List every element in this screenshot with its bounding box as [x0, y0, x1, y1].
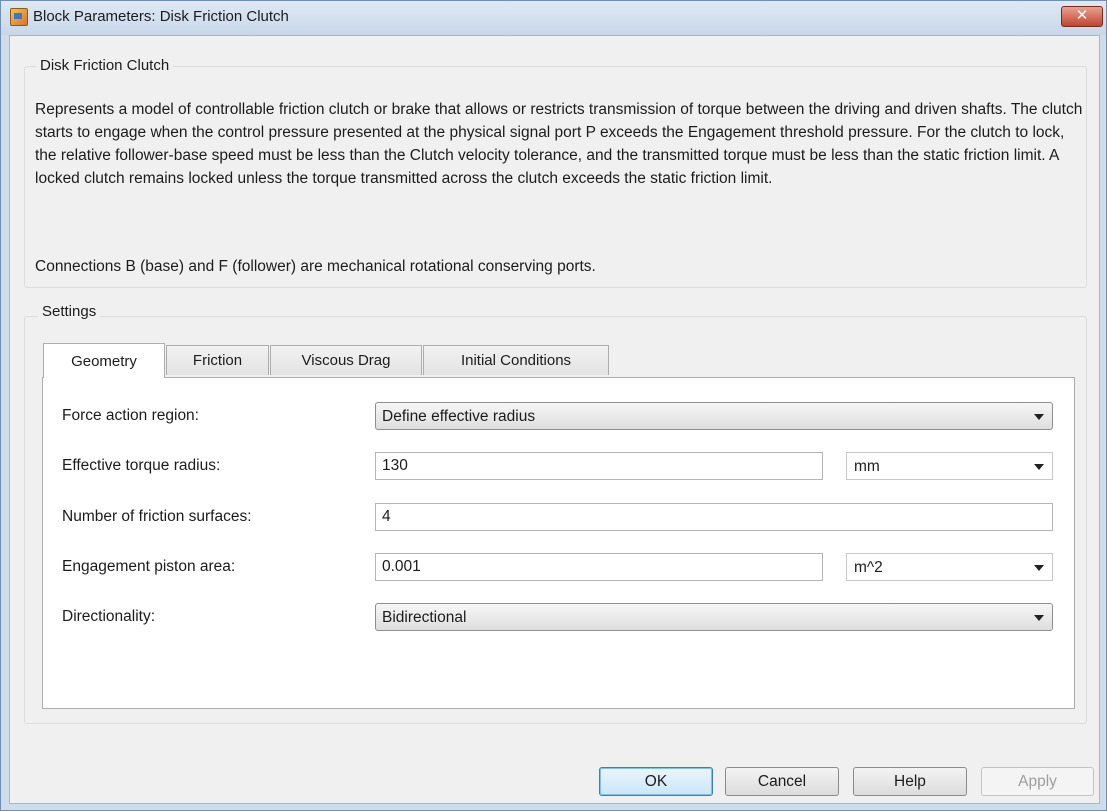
help-button[interactable]: Help [853, 767, 967, 796]
description-group-legend: Disk Friction Clutch [36, 57, 174, 74]
directionality-label: Directionality: [62, 608, 156, 625]
window-title: Block Parameters: Disk Friction Clutch [33, 8, 289, 25]
engagement-piston-area-label: Engagement piston area: [62, 558, 236, 575]
effective-torque-radius-input[interactable]: 130 [375, 452, 823, 480]
effective-torque-radius-label: Effective torque radius: [62, 457, 221, 474]
connections-description: Connections B (base) and F (follower) ar… [35, 258, 596, 275]
title-bar[interactable]: Block Parameters: Disk Friction Clutch ✕ [1, 1, 1106, 35]
close-button[interactable]: ✕ [1061, 6, 1103, 27]
effective-torque-radius-unit-dropdown[interactable]: mm [846, 452, 1053, 480]
tab-viscous-drag[interactable]: Viscous Drag [270, 345, 422, 375]
tab-geometry[interactable]: Geometry [43, 343, 165, 378]
simulink-block-icon [10, 8, 28, 26]
block-description: Represents a model of controllable frict… [35, 101, 1083, 187]
force-action-region-value: Define effective radius [382, 408, 536, 425]
settings-group-legend: Settings [38, 303, 101, 320]
apply-button[interactable]: Apply [981, 767, 1094, 796]
dropdown-arrow-icon [1034, 615, 1044, 621]
dropdown-arrow-icon [1034, 414, 1044, 420]
tab-friction[interactable]: Friction [166, 345, 269, 375]
directionality-dropdown[interactable]: Bidirectional [375, 603, 1053, 631]
dropdown-arrow-icon [1034, 464, 1044, 470]
engagement-piston-area-unit: m^2 [854, 559, 883, 576]
ok-button[interactable]: OK [599, 767, 713, 796]
directionality-value: Bidirectional [382, 609, 467, 626]
engagement-piston-area-unit-dropdown[interactable]: m^2 [846, 553, 1053, 581]
number-of-friction-surfaces-input[interactable]: 4 [375, 503, 1053, 531]
number-of-friction-surfaces-label: Number of friction surfaces: [62, 508, 252, 525]
tab-initial-conditions[interactable]: Initial Conditions [423, 345, 609, 375]
dropdown-arrow-icon [1034, 565, 1044, 571]
force-action-region-label: Force action region: [62, 407, 199, 424]
engagement-piston-area-input[interactable]: 0.001 [375, 553, 823, 581]
effective-torque-radius-unit: mm [854, 458, 880, 475]
force-action-region-dropdown[interactable]: Define effective radius [375, 402, 1053, 430]
cancel-button[interactable]: Cancel [725, 767, 839, 796]
